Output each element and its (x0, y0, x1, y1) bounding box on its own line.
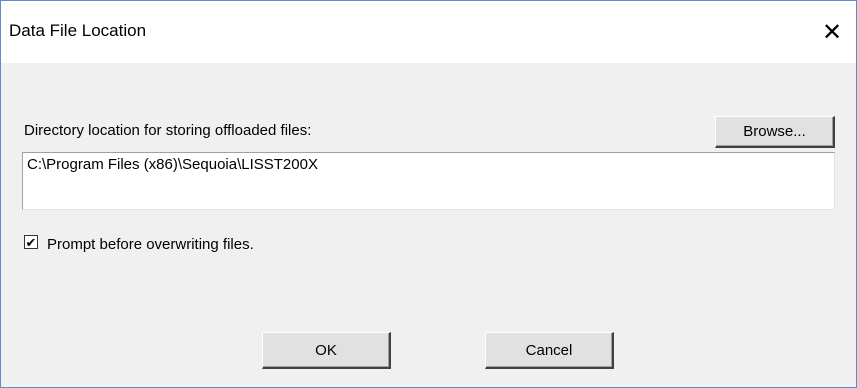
cancel-button[interactable]: Cancel (485, 332, 614, 369)
directory-path-field[interactable]: C:\Program Files (x86)\Sequoia\LISST200X (22, 152, 835, 210)
prompt-overwrite-checkbox[interactable]: ✔ (24, 235, 38, 249)
close-icon: ✕ (821, 18, 843, 46)
cancel-button-label: Cancel (525, 341, 573, 359)
ok-button-label: OK (315, 341, 337, 359)
checkmark-icon: ✔ (25, 234, 37, 250)
ok-button[interactable]: OK (262, 332, 391, 369)
title-bar[interactable]: Data File Location ✕ (1, 1, 856, 63)
browse-button-label: Browse... (743, 123, 806, 140)
directory-path-value: C:\Program Files (x86)\Sequoia\LISST200X (27, 156, 318, 173)
directory-label: Directory location for storing offloaded… (24, 122, 312, 139)
close-button[interactable]: ✕ (808, 1, 856, 63)
dialog-window: Data File Location ✕ Directory location … (0, 0, 857, 388)
browse-button[interactable]: Browse... (715, 116, 835, 148)
prompt-overwrite-label: Prompt before overwriting files. (47, 236, 254, 253)
dialog-title: Data File Location (9, 21, 147, 40)
